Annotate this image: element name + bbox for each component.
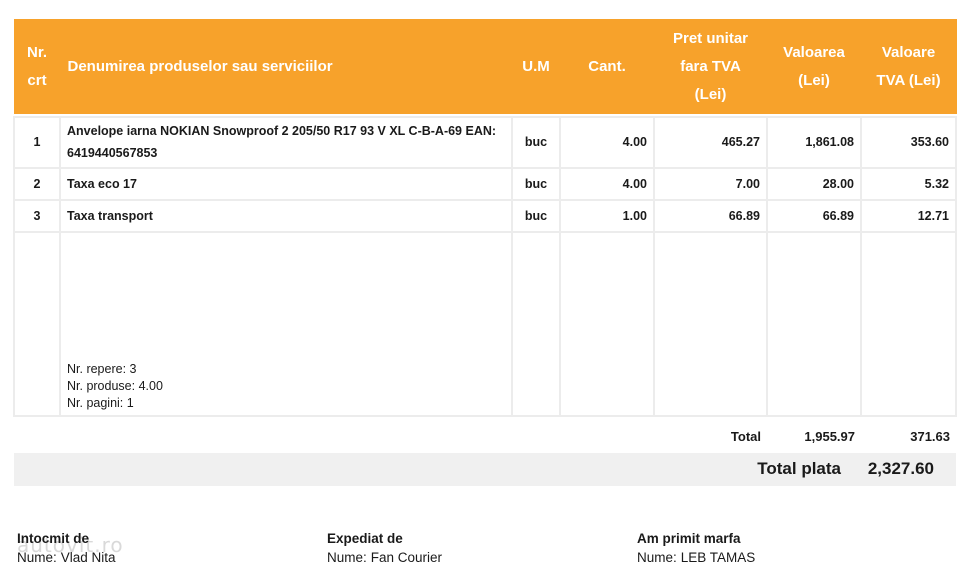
empty-cell bbox=[860, 230, 957, 417]
row-nr: 1 bbox=[13, 115, 61, 169]
row-unit-price: 465.27 bbox=[653, 115, 768, 169]
issued-by-block: Intocmit de Nume: Vlad Nita bbox=[17, 529, 120, 567]
row-unit-price: 7.00 bbox=[653, 166, 768, 201]
shipped-by-name: Fan Courier bbox=[370, 550, 443, 565]
table-row: 1 Anvelope iarna NOKIAN Snowproof 2 205/… bbox=[13, 115, 957, 169]
row-unit-price: 66.89 bbox=[653, 198, 768, 233]
row-vat: 5.32 bbox=[860, 166, 957, 201]
shipped-by-heading: Expediat de bbox=[327, 531, 403, 546]
row-vat: 353.60 bbox=[860, 115, 957, 169]
received-by-heading: Am primit marfa bbox=[637, 531, 741, 546]
row-um: buc bbox=[511, 166, 561, 201]
row-product-name: Taxa eco 17 bbox=[59, 166, 513, 201]
grand-total-row: Total plata 2,327.60 bbox=[14, 452, 956, 486]
grand-total-label: Total plata bbox=[654, 452, 861, 486]
empty-cell bbox=[511, 230, 561, 417]
header-unit-price: Pret unitar fara TVA (Lei) bbox=[653, 19, 768, 114]
notes-row: Nr. repere: 3 Nr. produse: 4.00 Nr. pagi… bbox=[13, 230, 957, 417]
table-row: 3 Taxa transport buc 1.00 66.89 66.89 12… bbox=[13, 198, 957, 233]
row-vat: 12.71 bbox=[860, 198, 957, 233]
empty-cell bbox=[653, 230, 768, 417]
empty-cell bbox=[766, 230, 862, 417]
header-quantity: Cant. bbox=[559, 19, 655, 114]
header-value: Valoarea (Lei) bbox=[766, 19, 862, 114]
note-pagini: Nr. pagini: 1 bbox=[67, 395, 134, 410]
row-value: 1,861.08 bbox=[766, 115, 862, 169]
received-by-name-label: Nume: bbox=[637, 550, 677, 565]
row-nr: 3 bbox=[13, 198, 61, 233]
invoice-table: Nr. crt Denumirea produselor sau servici… bbox=[13, 19, 957, 486]
note-produse: Nr. produse: 4.00 bbox=[67, 378, 163, 393]
received-by-name: LEB TAMAS bbox=[680, 550, 756, 565]
row-quantity: 4.00 bbox=[559, 166, 655, 201]
row-um: buc bbox=[511, 115, 561, 169]
header-vat: Valoare TVA (Lei) bbox=[860, 19, 957, 114]
invoice-notes: Nr. repere: 3 Nr. produse: 4.00 Nr. pagi… bbox=[59, 230, 513, 417]
row-value: 28.00 bbox=[766, 166, 862, 201]
row-um: buc bbox=[511, 198, 561, 233]
row-product-name: Taxa transport bbox=[59, 198, 513, 233]
header-nr-crt: Nr. crt bbox=[13, 19, 61, 114]
header-product-name: Denumirea produselor sau serviciilor bbox=[59, 19, 513, 114]
row-product-name: Anvelope iarna NOKIAN Snowproof 2 205/50… bbox=[59, 115, 513, 169]
shipped-by-block: Expediat de Nume: Fan Courier bbox=[327, 529, 446, 567]
header-um: U.M bbox=[511, 19, 561, 114]
empty-cell bbox=[13, 230, 61, 417]
note-repere: Nr. repere: 3 bbox=[67, 361, 137, 376]
issued-by-heading: Intocmit de bbox=[17, 531, 90, 546]
issued-by-name: Vlad Nita bbox=[60, 550, 116, 565]
row-value: 66.89 bbox=[766, 198, 862, 233]
issued-by-name-label: Nume: bbox=[17, 550, 57, 565]
empty-cell bbox=[559, 230, 655, 417]
row-nr: 2 bbox=[13, 166, 61, 201]
row-quantity: 1.00 bbox=[559, 198, 655, 233]
table-row: 2 Taxa eco 17 buc 4.00 7.00 28.00 5.32 bbox=[13, 166, 957, 201]
received-by-block: Am primit marfa Nume: LEB TAMAS bbox=[637, 529, 759, 567]
row-quantity: 4.00 bbox=[559, 115, 655, 169]
shipped-by-name-label: Nume: bbox=[327, 550, 367, 565]
grand-total-value: 2,327.60 bbox=[861, 452, 956, 486]
total-value: 1,955.97 bbox=[804, 429, 855, 444]
invoice-page: Nr. crt Denumirea produselor sau servici… bbox=[0, 0, 961, 568]
total-row: Total 1,955.97 371.63 bbox=[14, 416, 956, 453]
total-vat: 371.63 bbox=[910, 429, 950, 444]
table-header-row: Nr. crt Denumirea produselor sau servici… bbox=[13, 19, 957, 114]
total-label: Total bbox=[730, 429, 761, 444]
